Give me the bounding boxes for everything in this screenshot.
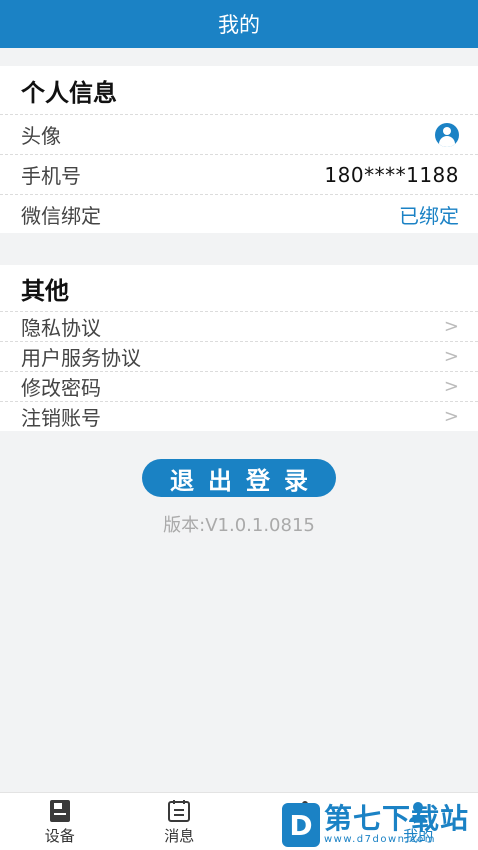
tab-device[interactable]: 设备	[0, 793, 120, 850]
wechat-binding-status: 已绑定	[399, 204, 459, 228]
message-icon	[168, 799, 191, 822]
chevron-right-icon: >	[443, 376, 459, 397]
change-password-row[interactable]: 修改密码 >	[0, 371, 478, 401]
watermark-title: 第七下载站	[324, 802, 470, 835]
other-section: 其他 隐私协议 > 用户服务协议 > 修改密码 > 注销账号 >	[0, 265, 478, 431]
user-agreement-label: 用户服务协议	[21, 346, 141, 370]
change-password-label: 修改密码	[21, 376, 101, 400]
phone-value: 180****1188	[324, 162, 459, 187]
watermark: D 第七下载站 www.d7down.com	[282, 800, 474, 850]
page-title: 我的	[218, 13, 260, 37]
delete-account-label: 注销账号	[21, 406, 101, 430]
privacy-policy-label: 隐私协议	[21, 316, 101, 340]
logout-button[interactable]: 退出登录	[142, 459, 336, 497]
phone-label: 手机号	[21, 164, 81, 188]
watermark-url: www.d7down.com	[324, 834, 437, 845]
chevron-right-icon: >	[443, 346, 459, 367]
avatar-icon[interactable]	[435, 122, 459, 147]
watermark-logo: D	[282, 803, 320, 847]
tab-message[interactable]: 消息	[120, 793, 240, 850]
wechat-binding-label: 微信绑定	[21, 204, 101, 228]
privacy-policy-row[interactable]: 隐私协议 >	[0, 311, 478, 341]
personal-info-section: 个人信息 头像 手机号 180****1188 微信绑定 已绑定	[0, 66, 478, 233]
tab-device-label: 设备	[44, 826, 75, 845]
personal-info-title: 个人信息	[21, 78, 117, 107]
tab-message-label: 消息	[164, 826, 195, 845]
avatar-row[interactable]: 头像	[0, 114, 478, 154]
version-text: 版本:V1.0.1.0815	[163, 515, 315, 536]
wechat-binding-row[interactable]: 微信绑定 已绑定	[0, 194, 478, 234]
chevron-right-icon: >	[443, 316, 459, 337]
user-agreement-row[interactable]: 用户服务协议 >	[0, 341, 478, 371]
title-bar: 我的	[0, 0, 478, 48]
delete-account-row[interactable]: 注销账号 >	[0, 401, 478, 431]
other-title: 其他	[21, 276, 69, 305]
device-icon	[49, 799, 70, 822]
chevron-right-icon: >	[443, 406, 459, 427]
avatar-label: 头像	[21, 124, 61, 148]
phone-row[interactable]: 手机号 180****1188	[0, 154, 478, 194]
